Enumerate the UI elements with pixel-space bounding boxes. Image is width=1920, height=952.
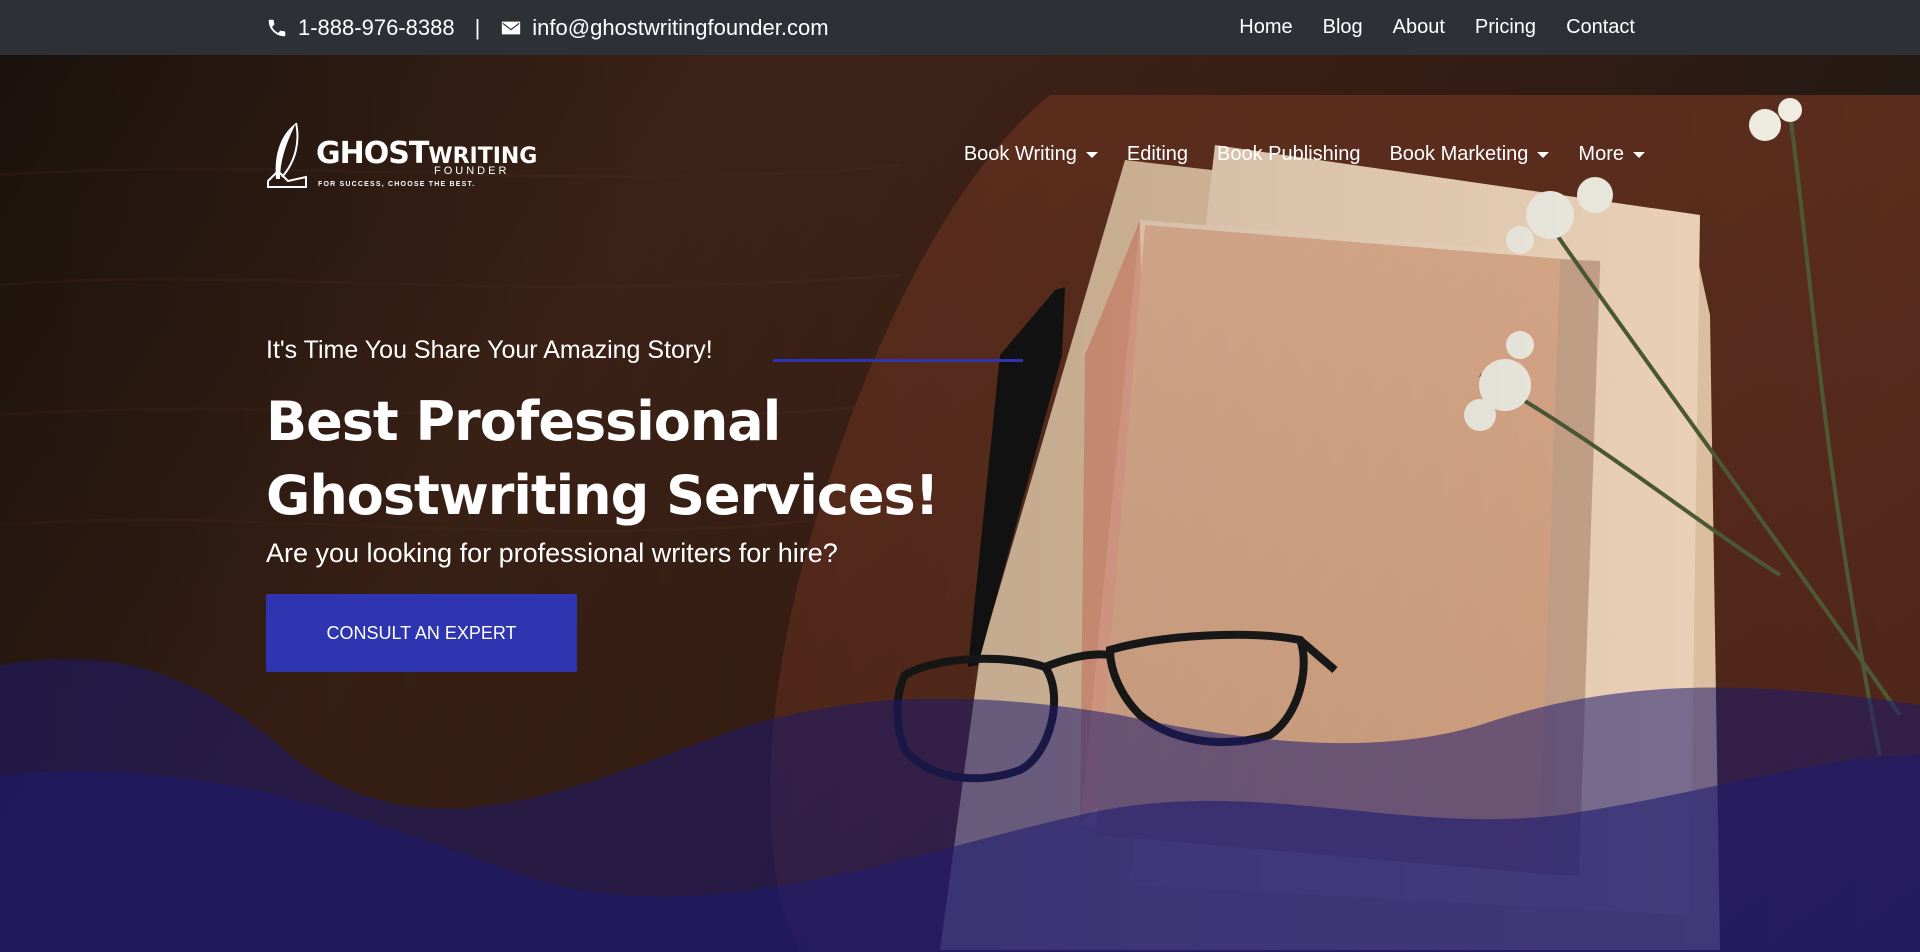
phone-number[interactable]: 1-888-976-8388 <box>298 15 455 41</box>
nav-book-writing[interactable]: Book Writing <box>964 143 1098 166</box>
consult-expert-button[interactable]: CONSULT AN EXPERT <box>266 594 577 672</box>
nav-book-writing-label: Book Writing <box>963 143 1077 165</box>
caret-down-icon <box>1537 151 1550 158</box>
main-nav: Book Writing Editing Book Publishing Boo… <box>964 143 1645 166</box>
nav-more[interactable]: More <box>1578 143 1645 166</box>
nav-more-label: More <box>1578 143 1624 165</box>
top-nav-contact[interactable]: Contact <box>1566 16 1635 39</box>
top-nav-home[interactable]: Home <box>1239 16 1292 39</box>
top-nav: Home Blog About Pricing Contact <box>1239 0 1635 55</box>
logo-tagline: FOR SUCCESS, CHOOSE THE BEST. <box>318 181 476 188</box>
contact-separator: | <box>474 14 481 40</box>
logo-ghost: GHOST <box>316 136 429 171</box>
nav-book-marketing[interactable]: Book Marketing <box>1389 143 1550 166</box>
contact-info: 1-888-976-8388 | info@ghostwritingfounde… <box>266 0 829 55</box>
top-nav-about[interactable]: About <box>1393 16 1445 39</box>
envelope-icon <box>500 17 522 39</box>
top-nav-blog[interactable]: Blog <box>1323 16 1363 39</box>
phone-icon <box>266 17 288 39</box>
hero-section: GHOSTWRITING FOUNDER FOR SUCCESS, CHOOSE… <box>0 55 1920 952</box>
logo-founder: FOUNDER <box>434 165 510 177</box>
nav-editing-label: Editing <box>1126 143 1189 165</box>
caret-down-icon <box>1085 151 1098 158</box>
nav-editing[interactable]: Editing <box>1127 143 1188 166</box>
quill-icon <box>267 122 307 188</box>
nav-book-publishing-label: Book Publishing <box>1217 143 1361 165</box>
hero-lead: Are you looking for professional writers… <box>266 538 838 568</box>
hero-subtitle: It's Time You Share Your Amazing Story! <box>266 336 713 364</box>
caret-down-icon <box>1633 151 1645 158</box>
hero-headline-line2: Ghostwriting Services! <box>266 464 939 527</box>
hero-headline: Best Professional Ghostwriting Services! <box>266 385 939 533</box>
hero-headline-line1: Best Professional <box>266 390 781 453</box>
email-address[interactable]: info@ghostwritingfounder.com <box>532 15 828 41</box>
top-nav-pricing[interactable]: Pricing <box>1475 16 1536 39</box>
nav-book-publishing[interactable]: Book Publishing <box>1217 143 1360 166</box>
site-logo[interactable]: GHOSTWRITING FOUNDER FOR SUCCESS, CHOOSE… <box>266 121 537 193</box>
accent-divider <box>773 359 1023 362</box>
nav-book-marketing-label: Book Marketing <box>1389 143 1529 165</box>
top-bar: 1-888-976-8388 | info@ghostwritingfounde… <box>0 0 1920 55</box>
